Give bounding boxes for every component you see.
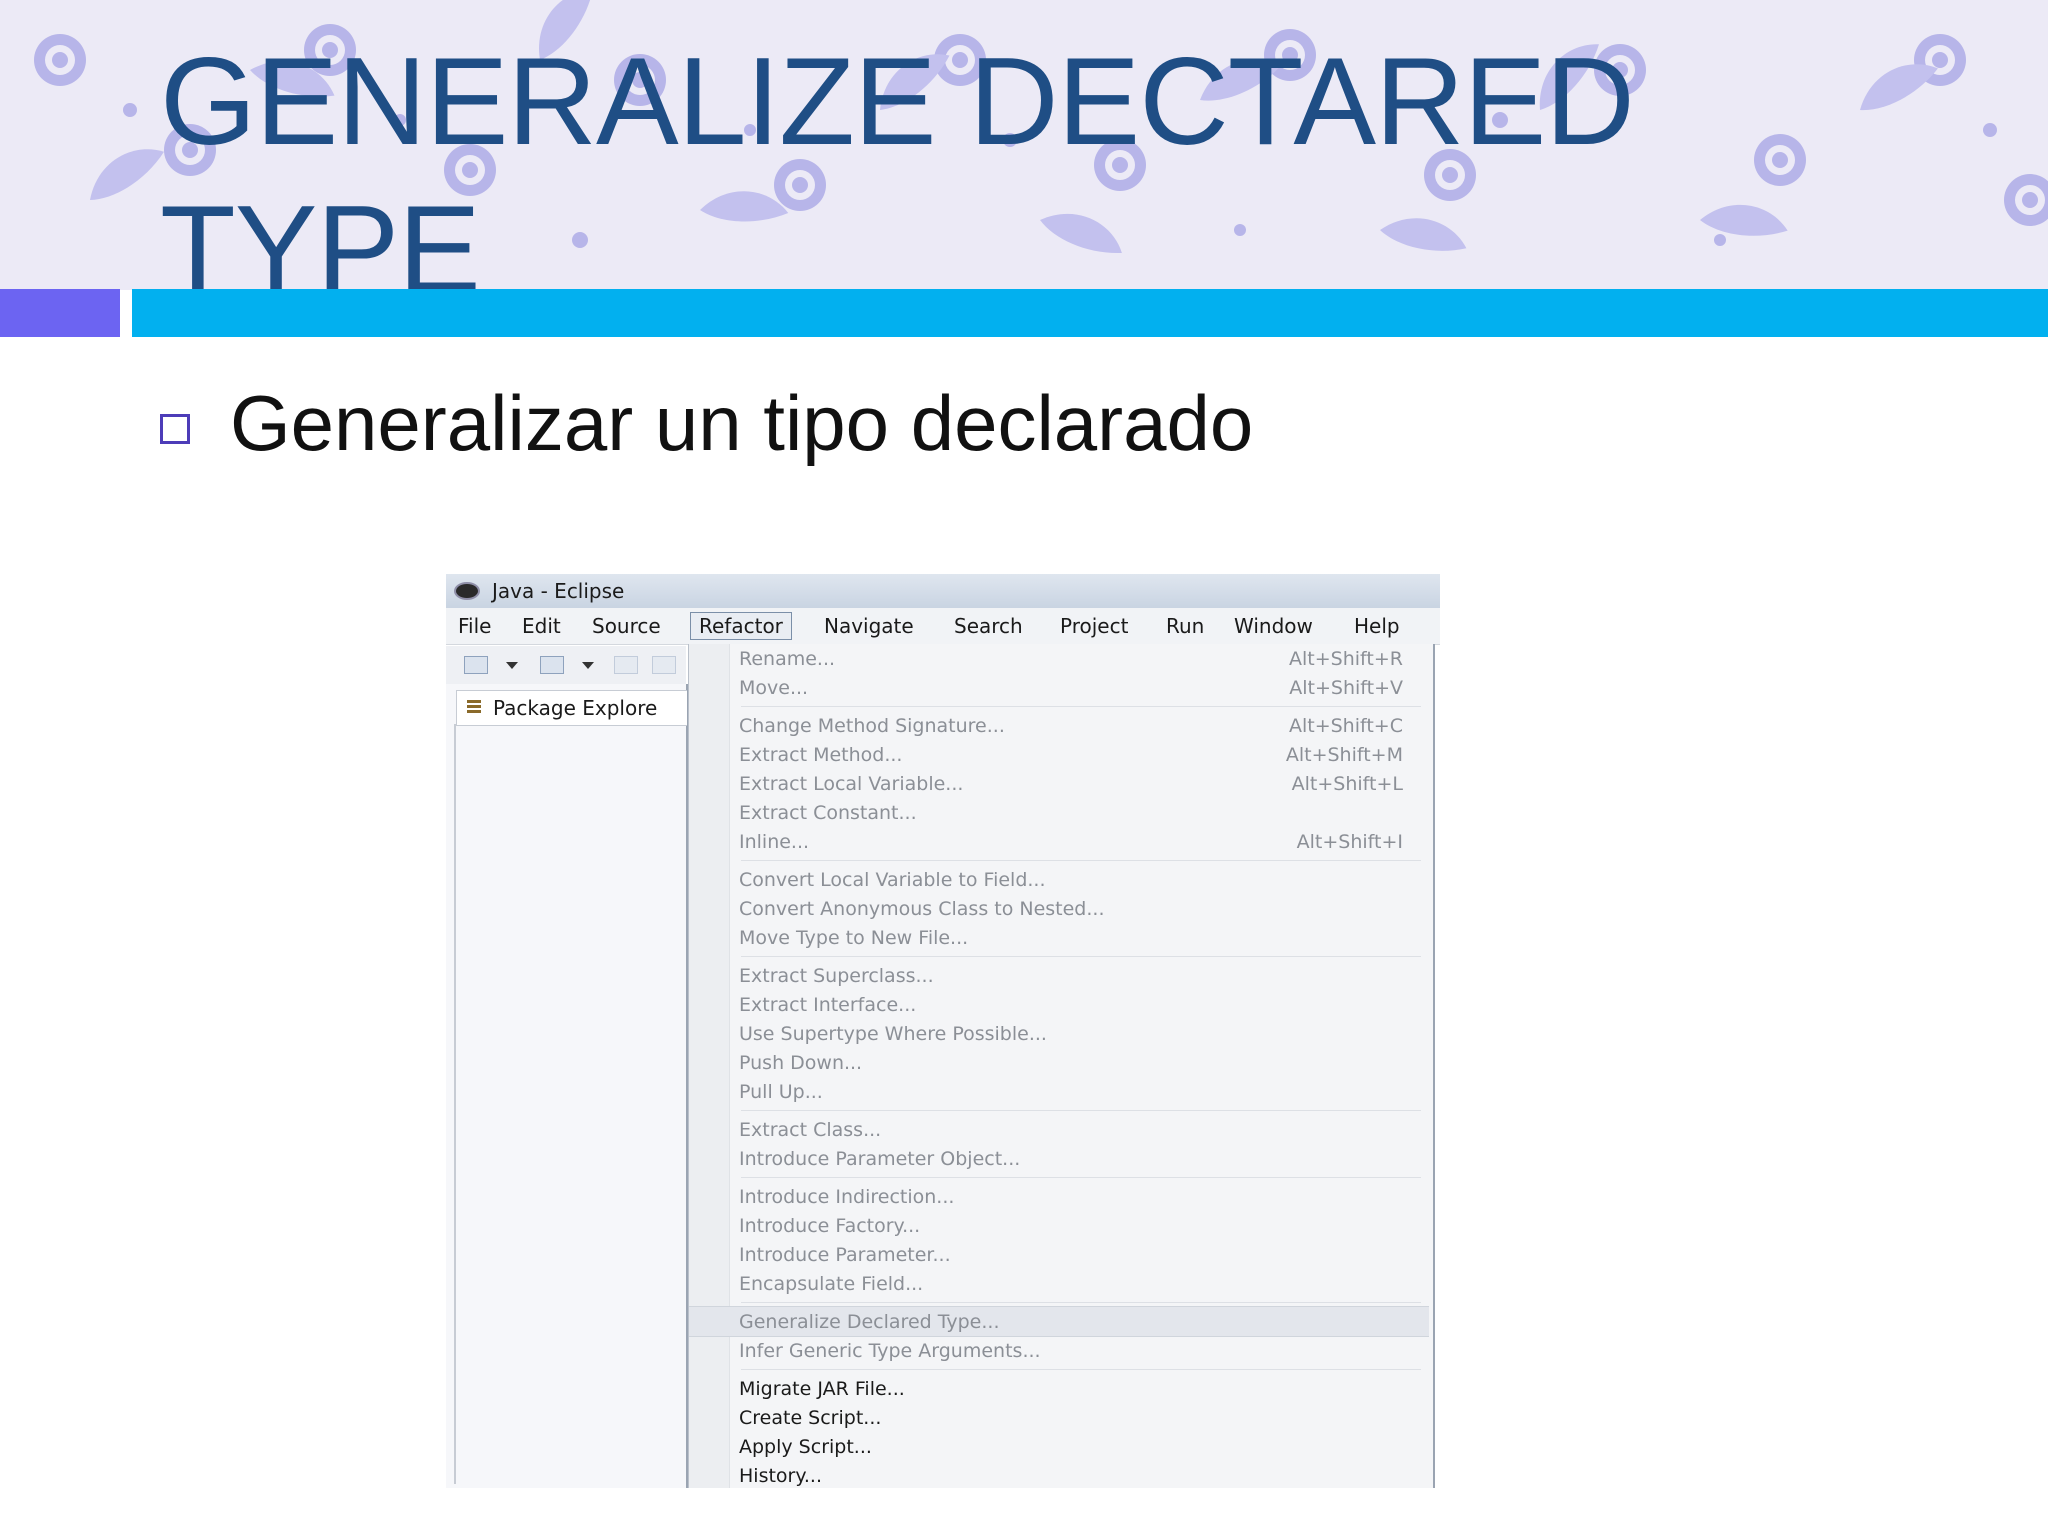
package-explorer-label: Package Explore [493,696,658,720]
menu-item-extract-method[interactable]: Extract Method... Alt+Shift+M [689,740,1429,769]
menu-item-convert-local-variable[interactable]: Convert Local Variable to Field... [689,865,1429,894]
package-explorer-tab[interactable]: Package Explore [456,690,687,726]
menu-separator [741,1369,1421,1370]
menu-separator [741,1177,1421,1178]
menu-item-move[interactable]: Move... Alt+Shift+V [689,673,1429,702]
refactor-menu: Rename... Alt+Shift+R Move... Alt+Shift+V … [688,644,1435,1488]
package-explorer-icon [467,700,481,714]
menu-help[interactable]: Help [1350,613,1404,639]
open-dropdown-icon[interactable] [582,662,594,669]
accent-square [0,289,120,337]
menu-item-infer-generic-type-arguments[interactable]: Infer Generic Type Arguments... [689,1336,1429,1365]
bullet-text: Generalizar un tipo declarado [230,379,1254,467]
bullet-square-icon [160,414,190,444]
menu-item-apply-script[interactable]: Apply Script... [689,1432,1429,1461]
menu-item-use-supertype[interactable]: Use Supertype Where Possible... [689,1019,1429,1048]
menu-item-history[interactable]: History... [689,1461,1429,1488]
window-title: Java - Eclipse [492,579,625,603]
menu-item-generalize-declared-type[interactable]: Generalize Declared Type... [689,1306,1429,1337]
menu-run[interactable]: Run [1162,613,1208,639]
menu-item-create-script[interactable]: Create Script... [689,1403,1429,1432]
menu-item-extract-constant[interactable]: Extract Constant... [689,798,1429,827]
menu-item-pull-up[interactable]: Pull Up... [689,1077,1429,1106]
save-icon[interactable] [614,656,638,674]
package-explorer-panel: Package Explore [446,684,688,1488]
slide-title: GENERALIZE DECTARED TYPE [160,33,1635,319]
menu-item-introduce-parameter[interactable]: Introduce Parameter... [689,1240,1429,1269]
menu-item-migrate-jar-file[interactable]: Migrate JAR File... [689,1374,1429,1403]
menu-item-extract-superclass[interactable]: Extract Superclass... [689,961,1429,990]
menu-item-extract-local-variable[interactable]: Extract Local Variable... Alt+Shift+L [689,769,1429,798]
menu-item-extract-class[interactable]: Extract Class... [689,1115,1429,1144]
save-all-icon[interactable] [652,656,676,674]
menu-refactor[interactable]: Refactor [690,612,792,640]
panel-border [454,724,456,1484]
menu-file[interactable]: File [454,613,495,639]
menu-search[interactable]: Search [950,613,1027,639]
menu-separator [741,956,1421,957]
menu-window[interactable]: Window [1230,613,1317,639]
menu-item-introduce-parameter-object[interactable]: Introduce Parameter Object... [689,1144,1429,1173]
menu-source[interactable]: Source [588,613,665,639]
new-dropdown-icon[interactable] [506,662,518,669]
menu-navigate[interactable]: Navigate [820,613,918,639]
menu-item-encapsulate-field[interactable]: Encapsulate Field... [689,1269,1429,1298]
menu-item-extract-interface[interactable]: Extract Interface... [689,990,1429,1019]
menu-item-convert-anonymous-class[interactable]: Convert Anonymous Class to Nested... [689,894,1429,923]
menu-separator [741,860,1421,861]
menu-separator [741,1110,1421,1111]
toolbar [446,646,686,684]
menu-item-change-method-signature[interactable]: Change Method Signature... Alt+Shift+C [689,711,1429,740]
open-icon[interactable] [540,656,564,674]
menu-bar: File Edit Source Refactor Navigate Searc… [446,608,1440,645]
menu-item-introduce-indirection[interactable]: Introduce Indirection... [689,1182,1429,1211]
menu-item-move-type[interactable]: Move Type to New File... [689,923,1429,952]
menu-separator [741,706,1421,707]
accent-bar [132,289,2048,337]
menu-item-inline[interactable]: Inline... Alt+Shift+I [689,827,1429,856]
menu-separator [741,1302,1421,1303]
menu-item-rename[interactable]: Rename... Alt+Shift+R [689,644,1429,673]
menu-project[interactable]: Project [1056,613,1132,639]
eclipse-screenshot: Java - Eclipse File Edit Source Refactor… [446,574,1440,1488]
eclipse-icon [454,582,480,600]
window-titlebar: Java - Eclipse [446,574,1440,608]
menu-edit[interactable]: Edit [518,613,565,639]
new-icon[interactable] [464,656,488,674]
menu-item-introduce-factory[interactable]: Introduce Factory... [689,1211,1429,1240]
menu-item-push-down[interactable]: Push Down... [689,1048,1429,1077]
